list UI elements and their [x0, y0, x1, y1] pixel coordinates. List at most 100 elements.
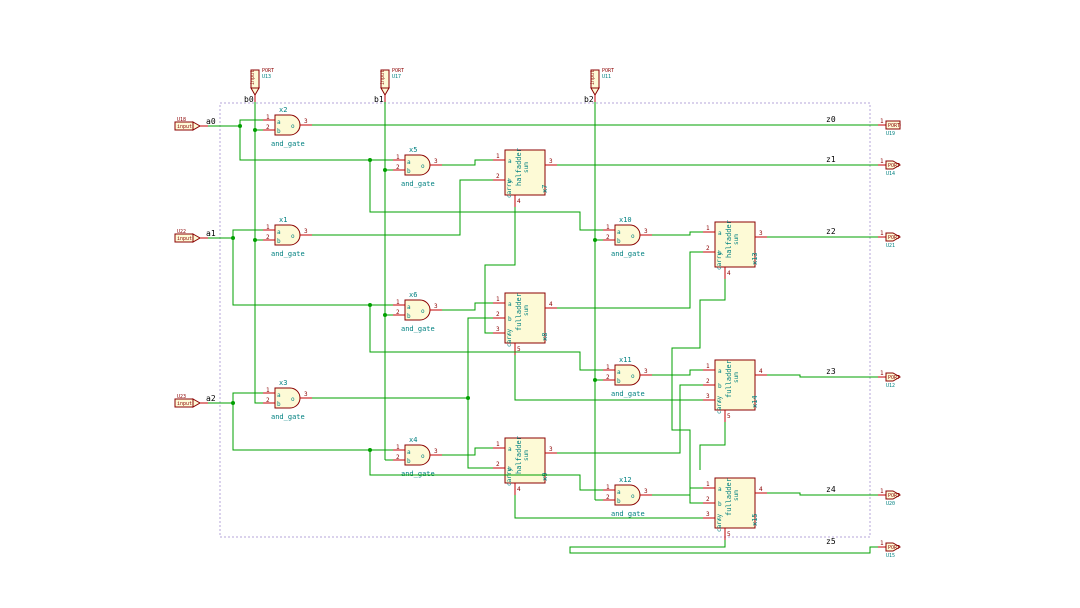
block-x9-halfadder: 1 2 3 a b sum carry halfadder x9 4	[493, 436, 557, 495]
svg-text:input: input	[177, 401, 192, 407]
svg-text:and_gate: and_gate	[611, 510, 645, 518]
svg-text:3: 3	[434, 448, 438, 455]
svg-text:4: 4	[517, 486, 521, 493]
svg-text:1: 1	[396, 444, 400, 451]
svg-text:4: 4	[549, 301, 553, 308]
svg-text:input: input	[250, 70, 256, 85]
svg-text:b1: b1	[374, 95, 384, 104]
svg-text:a2: a2	[206, 394, 216, 403]
svg-text:carry: carry	[506, 329, 513, 347]
svg-text:2: 2	[706, 378, 710, 385]
svg-text:b: b	[617, 238, 621, 245]
svg-text:x11: x11	[619, 356, 632, 364]
svg-text:a: a	[718, 230, 722, 237]
svg-text:sum: sum	[523, 450, 530, 461]
svg-text:U20: U20	[886, 501, 895, 507]
port-z0: PORT U19 z0 1	[826, 115, 900, 137]
svg-text:b: b	[407, 168, 411, 175]
svg-text:fulladder: fulladder	[515, 293, 523, 331]
svg-text:1: 1	[880, 540, 884, 547]
svg-text:2: 2	[606, 374, 610, 381]
gate-x12-and: 1 2 3 a b o x12 and_gate	[603, 476, 652, 518]
svg-text:2: 2	[266, 124, 270, 131]
svg-text:1: 1	[706, 363, 710, 370]
svg-text:4: 4	[759, 486, 763, 493]
gate-x4-and: 1 2 3 a b o x4 and_gate	[393, 436, 442, 478]
svg-text:and_gate: and_gate	[271, 140, 305, 148]
svg-text:PORT: PORT	[888, 375, 900, 381]
svg-text:b2: b2	[584, 95, 594, 104]
svg-text:3: 3	[304, 391, 308, 398]
svg-text:carry: carry	[716, 252, 723, 270]
svg-text:a: a	[508, 158, 512, 165]
port-a2: input U23 a2	[175, 394, 216, 407]
svg-text:1: 1	[880, 230, 884, 237]
svg-text:1: 1	[606, 484, 610, 491]
svg-text:fulladder: fulladder	[725, 478, 733, 516]
svg-text:x13: x13	[751, 252, 759, 265]
svg-text:o: o	[421, 453, 425, 460]
gate-x5-and: 1 2 3 a b o x5 and_gate	[393, 146, 442, 188]
svg-text:PORT: PORT	[262, 68, 274, 74]
svg-text:2: 2	[706, 245, 710, 252]
svg-text:3: 3	[549, 446, 553, 453]
svg-text:b0: b0	[244, 95, 254, 104]
svg-text:3: 3	[549, 158, 553, 165]
svg-text:z3: z3	[826, 367, 836, 376]
svg-text:z4: z4	[826, 485, 836, 494]
svg-text:b: b	[617, 378, 621, 385]
block-x14-fulladder: 1 2 3 4 a b c sum carry fulladder x14 5	[703, 360, 767, 422]
svg-text:carry: carry	[716, 396, 723, 414]
svg-text:and_gate: and_gate	[401, 325, 435, 333]
svg-text:x4: x4	[409, 436, 417, 444]
svg-text:x10: x10	[619, 216, 632, 224]
svg-text:3: 3	[644, 488, 648, 495]
port-b2: input U11 b2 PORT	[584, 68, 614, 104]
svg-text:a: a	[718, 486, 722, 493]
svg-text:1: 1	[706, 225, 710, 232]
block-x7-halfadder: 1 2 3 a b sum carry halfadder x7 4	[493, 148, 557, 207]
svg-text:a: a	[277, 229, 281, 236]
svg-text:halfadder: halfadder	[515, 436, 523, 474]
svg-text:3: 3	[496, 326, 500, 333]
svg-text:carry: carry	[506, 180, 513, 198]
svg-text:4: 4	[517, 198, 521, 205]
svg-text:U17: U17	[392, 74, 401, 80]
svg-text:b: b	[508, 316, 512, 323]
svg-text:input: input	[380, 70, 386, 85]
svg-text:1: 1	[706, 481, 710, 488]
svg-text:1: 1	[396, 154, 400, 161]
svg-text:o: o	[631, 233, 635, 240]
svg-text:U19: U19	[886, 131, 895, 137]
svg-text:3: 3	[434, 303, 438, 310]
svg-text:sum: sum	[523, 305, 530, 316]
svg-text:x7: x7	[541, 185, 549, 193]
svg-text:input: input	[590, 70, 596, 85]
svg-text:and_gate: and_gate	[611, 250, 645, 258]
svg-text:sum: sum	[733, 234, 740, 245]
svg-text:1: 1	[880, 370, 884, 377]
svg-text:4: 4	[759, 368, 763, 375]
gate-x3-and: 1 2 3 a b o x3 and_gate	[263, 379, 312, 421]
gate-x1-and: 1 2 3 a b o x1 and_gate	[263, 216, 312, 258]
svg-text:o: o	[291, 123, 295, 130]
svg-text:PORT: PORT	[888, 493, 900, 499]
svg-text:3: 3	[304, 228, 308, 235]
svg-text:o: o	[421, 308, 425, 315]
svg-text:2: 2	[266, 234, 270, 241]
svg-text:a: a	[508, 446, 512, 453]
svg-text:1: 1	[496, 296, 500, 303]
svg-text:o: o	[631, 493, 635, 500]
svg-text:sum: sum	[733, 490, 740, 501]
svg-text:5: 5	[727, 413, 731, 420]
svg-text:and_gate: and_gate	[271, 250, 305, 258]
svg-text:2: 2	[396, 454, 400, 461]
svg-text:1: 1	[266, 114, 270, 121]
svg-text:PORT: PORT	[888, 545, 900, 551]
svg-text:U23: U23	[177, 394, 186, 400]
svg-text:z2: z2	[826, 227, 836, 236]
svg-text:2: 2	[266, 397, 270, 404]
svg-text:b: b	[407, 458, 411, 465]
svg-text:x6: x6	[409, 291, 417, 299]
svg-text:1: 1	[496, 441, 500, 448]
